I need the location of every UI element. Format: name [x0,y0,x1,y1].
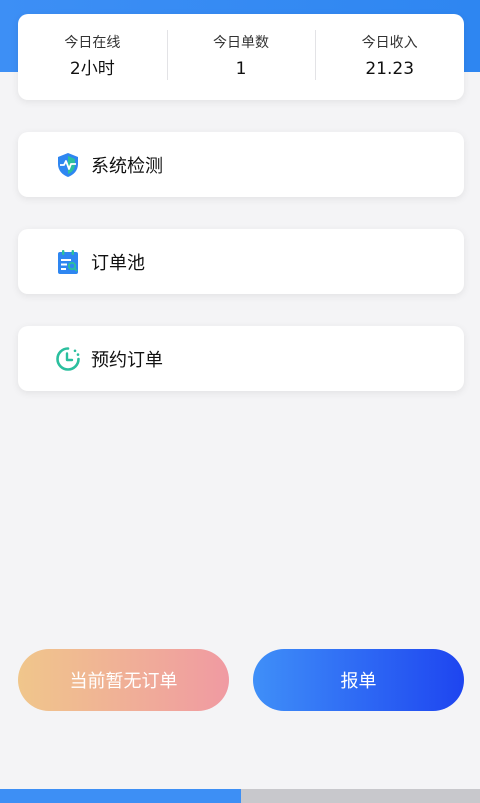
stat-value: 21.23 [365,59,415,79]
stat-label: 今日在线 [64,35,121,51]
stat-value: 2小时 [69,59,115,79]
report-order-button[interactable]: 报单 [253,649,464,711]
bottom-indicator-active [0,789,241,803]
no-order-status-button[interactable]: 当前暂无订单 [18,649,229,711]
bottom-indicator-bar [0,789,480,803]
stat-income: 今日收入 21.23 [315,30,464,80]
shield-pulse-icon [55,152,81,178]
stat-online-time: 今日在线 2小时 [18,34,167,80]
menu-item-label: 系统检测 [91,155,163,177]
stat-order-count: 今日单数 1 [166,30,316,80]
menu-item-order-pool[interactable]: 订单池 [18,229,464,294]
stat-label: 今日收入 [361,35,418,51]
bottom-indicator-inactive [241,789,480,803]
menu-item-label: 预约订单 [91,349,163,371]
clock-icon [55,346,81,372]
menu-item-label: 订单池 [91,252,145,274]
daily-stats-card: 今日在线 2小时 今日单数 1 今日收入 21.23 [18,14,464,100]
stat-value: 1 [235,59,247,79]
order-pool-icon [55,249,81,275]
menu-item-system-check[interactable]: 系统检测 [18,132,464,197]
menu-item-reservation-orders[interactable]: 预约订单 [18,326,464,391]
stat-label: 今日单数 [213,35,269,51]
